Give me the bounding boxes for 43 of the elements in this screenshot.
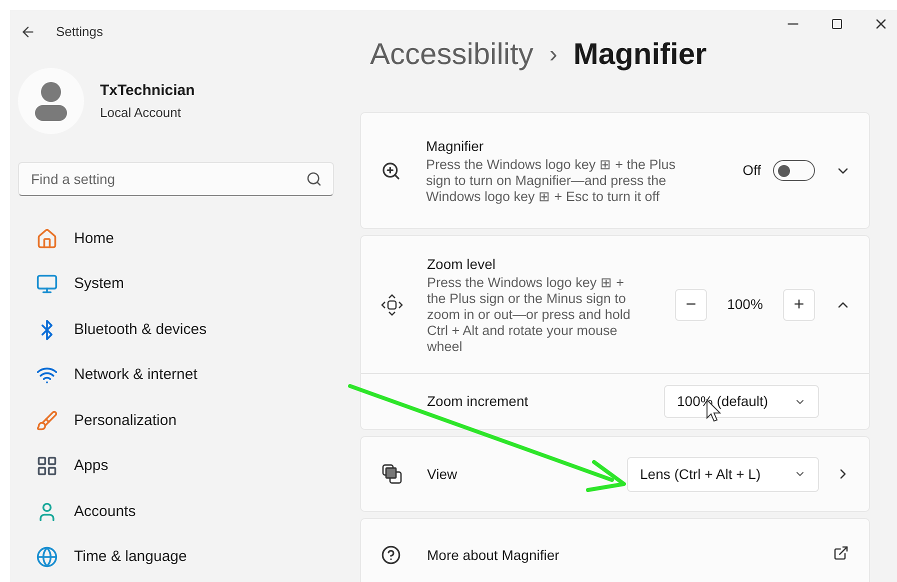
toggle-switch[interactable]: [773, 160, 815, 181]
zoom-value: 100%: [726, 295, 764, 314]
account-type: Local Account: [100, 104, 182, 122]
nav-item[interactable]: Personalization: [18, 398, 360, 444]
external-link-icon: [833, 545, 849, 561]
increase-button[interactable]: +: [783, 288, 815, 320]
setting-description: Press the Windows logo key ⊞ + the Plus sign or the Minus sign to zoom in or out—or press and hold Ctrl + Alt and rotate your mouse wheel: [427, 275, 632, 355]
toggle-state: Off: [742, 161, 761, 180]
overlapping-squares-icon: [381, 463, 403, 485]
house-icon: [36, 228, 58, 250]
nav-item[interactable]: Network & internet: [18, 352, 360, 398]
person-icon: [34, 81, 68, 121]
maximize-icon[interactable]: [831, 18, 843, 30]
setting-label: Zoom increment: [427, 392, 528, 411]
grid-icon: [36, 455, 58, 478]
search-field[interactable]: Find a setting: [18, 162, 334, 196]
globe-icon: [36, 546, 58, 568]
setting-title: Magnifier: [426, 137, 485, 156]
decrease-button[interactable]: −: [675, 288, 707, 320]
setting-label: View: [427, 464, 458, 484]
breadcrumb-separator: ›: [549, 40, 558, 70]
brush-icon: [36, 410, 58, 432]
nav-item[interactable]: Home: [18, 216, 360, 262]
view-dropdown[interactable]: Lens (Ctrl + Alt + L): [627, 456, 819, 492]
window-title: Settings: [56, 23, 103, 42]
page-title: Magnifier: [573, 37, 707, 73]
nav-item[interactable]: Apps: [18, 444, 360, 489]
nav-item[interactable]: System: [18, 262, 360, 307]
zoom-in-icon: [381, 160, 401, 180]
account-name: TxTechnician: [100, 81, 195, 101]
setting-description: Press the Windows logo key ⊞ + the Plus sign to turn on Magnifier—and press the Windows logo key ⊞ + Esc to turn it off: [426, 157, 676, 205]
help-icon: [381, 545, 401, 565]
nav-item[interactable]: Bluetooth & devices: [18, 307, 360, 352]
nav-item[interactable]: Accounts: [18, 489, 360, 534]
back-icon[interactable]: [20, 24, 36, 40]
more-card[interactable]: More about Magnifier: [360, 518, 870, 582]
breadcrumb-parent[interactable]: Accessibility: [370, 32, 534, 77]
nav-item[interactable]: Time & language: [18, 534, 360, 580]
monitor-icon: [36, 273, 58, 296]
search-icon[interactable]: [306, 171, 322, 187]
setting-title: Zoom level: [427, 255, 496, 274]
move-arrows-icon: [381, 294, 403, 316]
link-label: More about Magnifier: [427, 546, 560, 565]
